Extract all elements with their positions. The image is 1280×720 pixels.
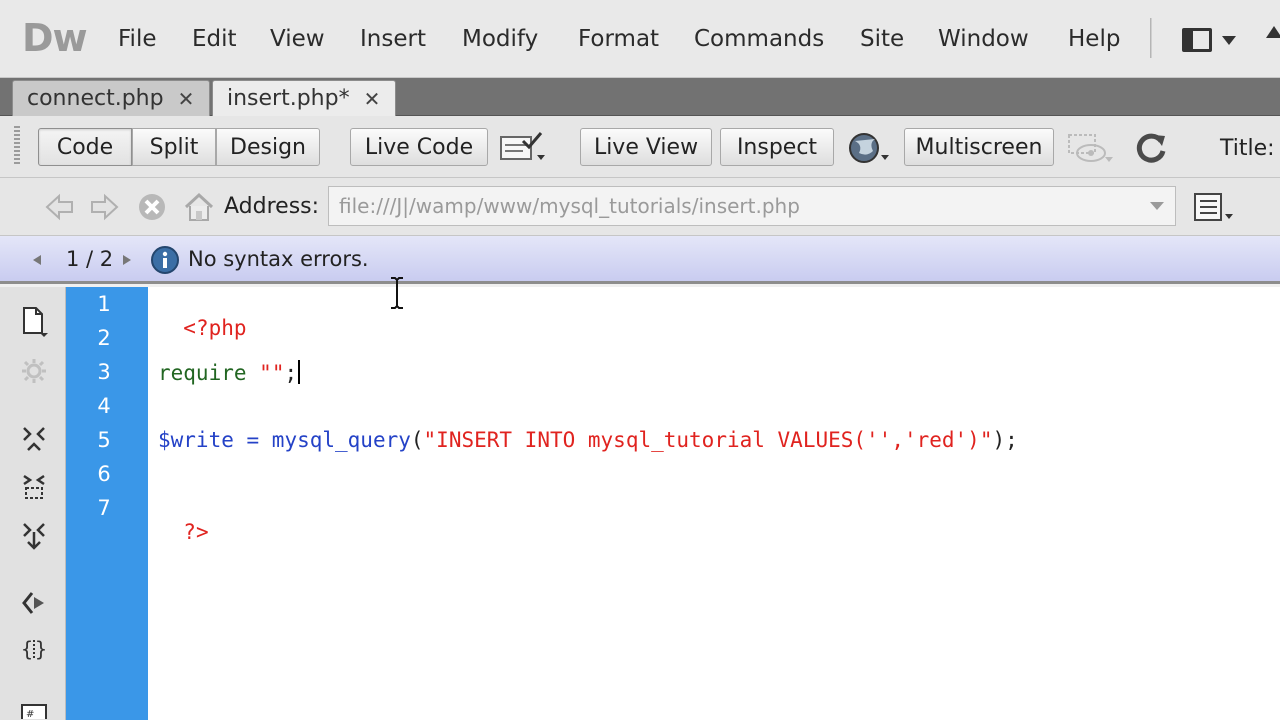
- menu-separator: [1150, 18, 1152, 58]
- page-counter: 1 / 2: [66, 247, 114, 271]
- toolbar-grip[interactable]: [14, 126, 20, 166]
- next-arrow-icon[interactable]: [120, 252, 134, 268]
- tab-connect-php[interactable]: connect.php ✕: [12, 80, 210, 116]
- sql-string: "INSERT INTO mysql_tutorial VALUES('','r…: [423, 428, 993, 452]
- open-documents-icon[interactable]: [20, 307, 48, 337]
- mysql-query-function: mysql_query: [271, 428, 411, 452]
- menu-edit[interactable]: Edit: [192, 26, 237, 52]
- menu-help[interactable]: Help: [1068, 26, 1120, 52]
- svg-text:#: #: [26, 709, 34, 719]
- code-line-1: <?php: [158, 292, 247, 340]
- scroll-up-icon[interactable]: [1266, 26, 1280, 38]
- address-label: Address:: [224, 194, 320, 219]
- assignment-operator: =: [233, 428, 272, 452]
- collapse-full-tag-icon[interactable]: [20, 425, 48, 453]
- stop-icon[interactable]: [136, 192, 168, 222]
- syntax-status-message: No syntax errors.: [188, 247, 369, 271]
- code-line-5: $write = mysql_query("INSERT INTO mysql_…: [158, 428, 1018, 452]
- show-code-navigator-icon[interactable]: [20, 357, 48, 385]
- php-open-tag: <?php: [183, 316, 247, 340]
- menu-site[interactable]: Site: [860, 26, 904, 52]
- expand-all-icon[interactable]: [20, 521, 48, 550]
- info-bar: 1 / 2 No syntax errors.: [0, 236, 1280, 284]
- document-toolbar: Code Split Design Live Code Live View In…: [0, 116, 1280, 178]
- chevron-down-icon: [1222, 36, 1236, 45]
- split-view-button[interactable]: Split: [132, 128, 216, 166]
- balance-braces-icon[interactable]: { }: [20, 635, 48, 663]
- browser-navigation-bar: Address: file:///J|/wamp/www/mysql_tutor…: [0, 178, 1280, 236]
- open-paren: (: [410, 428, 424, 452]
- browser-options-icon[interactable]: [1192, 190, 1236, 224]
- close-paren: );: [992, 428, 1018, 452]
- line-number: 7: [97, 496, 111, 520]
- menu-window[interactable]: Window: [938, 26, 1029, 52]
- file-management-icon[interactable]: [498, 130, 550, 166]
- line-number: 3: [97, 360, 111, 384]
- require-string: "": [259, 361, 285, 385]
- menu-file[interactable]: File: [118, 26, 157, 52]
- menu-view[interactable]: View: [270, 26, 325, 52]
- preview-browser-globe-icon[interactable]: [846, 130, 894, 166]
- close-icon[interactable]: ✕: [364, 87, 381, 111]
- menu-commands[interactable]: Commands: [694, 26, 824, 52]
- line-number: 4: [97, 394, 111, 418]
- previous-arrow-icon[interactable]: [30, 252, 44, 268]
- workspace-layout-button[interactable]: [1178, 24, 1240, 58]
- write-variable: $write: [158, 428, 234, 452]
- address-input[interactable]: file:///J|/wamp/www/mysql_tutorials/inse…: [328, 186, 1176, 226]
- visual-aids-icon[interactable]: [1066, 130, 1118, 166]
- back-arrow-icon[interactable]: [44, 192, 76, 222]
- coding-toolbar: { } #: [0, 287, 66, 720]
- menu-bar: Dw File Edit View Insert Modify Format C…: [0, 0, 1280, 78]
- collapse-selection-icon[interactable]: [20, 473, 48, 501]
- line-number: 2: [97, 326, 111, 350]
- text-cursor: [298, 360, 301, 384]
- live-code-button[interactable]: Live Code: [350, 128, 488, 166]
- tab-label: insert.php*: [227, 86, 350, 111]
- code-editor[interactable]: [148, 287, 1280, 720]
- live-view-button[interactable]: Live View: [580, 128, 712, 166]
- code-view-button[interactable]: Code: [38, 128, 132, 166]
- menu-insert[interactable]: Insert: [360, 26, 426, 52]
- svg-text:{: {: [21, 637, 33, 661]
- line-number: 1: [97, 292, 111, 316]
- line-number: 6: [97, 462, 111, 486]
- inspect-button[interactable]: Inspect: [720, 128, 834, 166]
- ibeam-cursor-icon: [390, 276, 404, 310]
- menu-format[interactable]: Format: [578, 26, 659, 52]
- svg-text:}: }: [35, 637, 47, 661]
- layout-icon: [1182, 28, 1212, 52]
- title-label: Title:: [1220, 136, 1275, 161]
- refresh-icon[interactable]: [1132, 130, 1170, 166]
- menu-modify[interactable]: Modify: [462, 26, 538, 52]
- forward-arrow-icon[interactable]: [88, 192, 120, 222]
- tab-label: connect.php: [27, 86, 164, 111]
- address-value: file:///J|/wamp/www/mysql_tutorials/inse…: [339, 194, 800, 218]
- line-numbers-toggle-icon[interactable]: #: [20, 699, 48, 719]
- code-line-3: require "";: [158, 360, 301, 385]
- chevron-down-icon[interactable]: [1150, 202, 1164, 210]
- home-icon[interactable]: [182, 192, 216, 222]
- dreamweaver-logo: Dw: [22, 16, 88, 60]
- statement-terminator: ;: [284, 361, 298, 385]
- close-icon[interactable]: ✕: [178, 87, 195, 111]
- line-number: 5: [97, 428, 111, 452]
- info-icon: [150, 245, 180, 275]
- require-keyword: require: [158, 361, 247, 385]
- code-line-7: ?>: [158, 496, 209, 544]
- multiscreen-button[interactable]: Multiscreen: [904, 128, 1054, 166]
- select-parent-tag-icon[interactable]: [20, 589, 48, 617]
- document-tab-bar: connect.php ✕ insert.php* ✕: [0, 78, 1280, 116]
- design-view-button[interactable]: Design: [216, 128, 320, 166]
- php-close-tag: ?>: [183, 520, 209, 544]
- tab-insert-php[interactable]: insert.php* ✕: [212, 80, 396, 116]
